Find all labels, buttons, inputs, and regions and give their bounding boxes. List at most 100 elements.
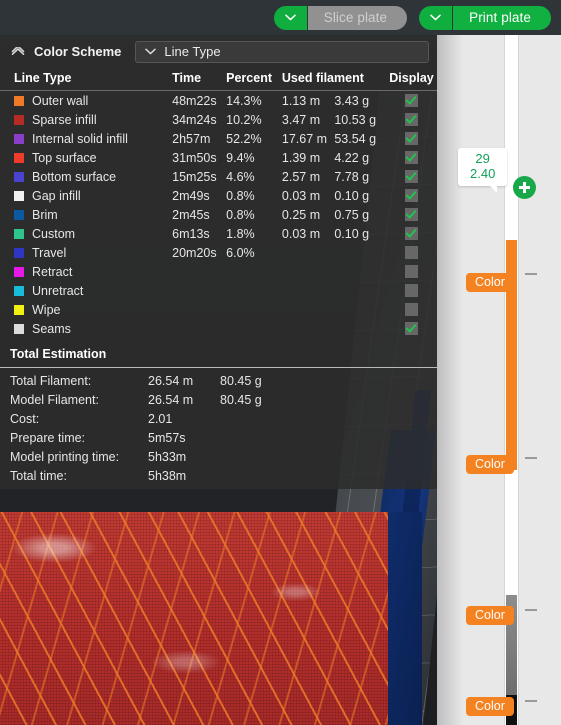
table-row[interactable]: Brim 2m45s 0.8% 0.25 m 0.75 g: [0, 205, 437, 224]
slice-plate-dropdown-arrow[interactable]: [273, 5, 308, 30]
checkbox-unchecked-icon[interactable]: [405, 283, 419, 297]
legend-row-display-cell[interactable]: [386, 110, 437, 129]
column-header-line-type: Line Type: [0, 68, 173, 91]
print-plate-label[interactable]: Print plate: [453, 5, 551, 30]
table-row[interactable]: Top surface 31m50s 9.4% 1.39 m 4.22 g: [0, 148, 437, 167]
color-swatch-icon: [14, 323, 24, 334]
legend-row-weight: 7.78 g: [334, 169, 370, 184]
legend-row-name: Sparse infill: [0, 110, 172, 129]
total-value1: 5h38m: [148, 468, 187, 483]
checkbox-unchecked-icon[interactable]: [405, 245, 419, 259]
legend-row-time: [172, 281, 226, 300]
color-change-tag-1[interactable]: Color: [466, 273, 514, 292]
table-row[interactable]: Gap infill 2m49s 0.8% 0.03 m 0.10 g: [0, 186, 437, 205]
legend-row-time: [172, 262, 226, 281]
table-row[interactable]: Internal solid infill 2h57m 52.2% 17.67 m 53…: [0, 129, 437, 148]
legend-row-time: 2m49s: [172, 188, 210, 203]
legend-row-name: Brim: [0, 205, 172, 224]
checkbox-checked-icon[interactable]: [405, 188, 419, 202]
checkbox-checked-icon[interactable]: [405, 131, 419, 145]
table-row[interactable]: Outer wall 48m22s 14.3% 1.13 m 3.43 g: [0, 91, 437, 111]
total-value1: 26.54 m: [148, 392, 194, 407]
table-row[interactable]: Seams: [0, 319, 437, 338]
color-change-tag-3[interactable]: Color: [466, 606, 514, 625]
legend-row-weight: 3.43 g: [334, 93, 370, 108]
checkbox-checked-icon[interactable]: [405, 169, 419, 183]
legend-row-name: Internal solid infill: [0, 129, 172, 148]
total-estimation-row: Cost: 2.01: [0, 409, 437, 428]
legend-row-length: 0.25 m: [281, 207, 321, 222]
table-row[interactable]: Retract: [0, 262, 437, 281]
legend-row-time: [172, 300, 226, 319]
legend-row-display-cell[interactable]: [386, 262, 437, 281]
legend-row-display-cell[interactable]: [386, 243, 437, 262]
legend-row-display-cell[interactable]: [386, 148, 437, 167]
checkbox-checked-icon[interactable]: [405, 226, 419, 240]
total-value2: [220, 409, 437, 428]
chevron-down-icon: [144, 46, 156, 58]
legend-row-display-cell[interactable]: [386, 319, 437, 338]
color-change-tag-4[interactable]: Color: [466, 697, 514, 716]
column-header-time: Time: [172, 68, 227, 91]
slice-plate-button[interactable]: Slice plate: [273, 5, 408, 30]
legend-row-length: 2.57 m: [281, 169, 321, 184]
print-plate-button[interactable]: Print plate: [419, 5, 551, 30]
color-swatch-icon: [14, 114, 24, 125]
app-root: Slice plate Print plate Color Scheme Lin…: [0, 0, 561, 725]
checkbox-unchecked-icon[interactable]: [405, 302, 419, 316]
color-scheme-dropdown[interactable]: Line Type: [135, 40, 429, 63]
legend-row-label: Brim: [32, 207, 58, 222]
table-row[interactable]: Wipe: [0, 300, 437, 319]
legend-row-time: 48m22s: [172, 93, 217, 108]
legend-row-length: [282, 281, 334, 300]
table-row[interactable]: Sparse infill 34m24s 10.2% 3.47 m 10.53 g: [0, 110, 437, 129]
table-row[interactable]: Custom 6m13s 1.8% 0.03 m 0.10 g: [0, 224, 437, 243]
checkbox-checked-icon[interactable]: [405, 150, 419, 164]
table-row[interactable]: Travel 20m20s 6.0%: [0, 243, 437, 262]
checkbox-checked-icon[interactable]: [405, 93, 419, 107]
track-segment-white: [506, 470, 517, 595]
legend-row-time: 20m20s: [172, 245, 217, 260]
add-color-change-button[interactable]: [513, 176, 536, 199]
legend-row-display-cell[interactable]: [386, 224, 437, 243]
legend-row-display-cell[interactable]: [386, 129, 437, 148]
legend-row-weight: [334, 262, 386, 281]
legend-row-label: Top surface: [32, 150, 97, 165]
legend-row-label: Unretract: [32, 283, 84, 298]
legend-row-display-cell[interactable]: [386, 281, 437, 300]
legend-row-length: [282, 243, 334, 262]
chevron-up-icon[interactable]: [10, 44, 26, 60]
checkbox-checked-icon[interactable]: [405, 207, 419, 221]
slice-plate-label[interactable]: Slice plate: [307, 5, 408, 30]
color-scheme-value: Line Type: [164, 44, 221, 59]
legend-row-display-cell[interactable]: [386, 186, 437, 205]
legend-row-name: Seams: [0, 319, 172, 338]
table-row[interactable]: Bottom surface 15m25s 4.6% 2.57 m 7.78 g: [0, 167, 437, 186]
total-label: Model printing time:: [10, 449, 120, 464]
legend-row-length: [282, 319, 334, 338]
color-swatch-icon: [14, 209, 24, 220]
legend-row-weight: 0.10 g: [334, 188, 370, 203]
color-swatch-icon: [14, 95, 24, 106]
sliced-model-edge: [388, 512, 422, 725]
checkbox-unchecked-icon[interactable]: [405, 264, 419, 278]
print-plate-dropdown-arrow[interactable]: [419, 5, 454, 30]
legend-row-length: 1.13 m: [281, 93, 321, 108]
total-value2: 80.45 g: [220, 392, 262, 407]
legend-row-weight: 0.10 g: [334, 226, 370, 241]
table-row[interactable]: Unretract: [0, 281, 437, 300]
layer-slider[interactable]: 29 2.40 Color Color Color Color: [437, 35, 561, 725]
legend-row-display-cell[interactable]: [386, 300, 437, 319]
legend-row-name: Bottom surface: [0, 167, 172, 186]
color-change-tag-2[interactable]: Color: [466, 455, 514, 474]
color-swatch-icon: [14, 228, 24, 239]
checkbox-checked-icon[interactable]: [405, 321, 419, 335]
legend-row-display-cell[interactable]: [386, 205, 437, 224]
legend-row-display-cell[interactable]: [386, 167, 437, 186]
legend-row-display-cell[interactable]: [386, 91, 437, 111]
checkbox-checked-icon[interactable]: [405, 112, 419, 126]
line-type-legend-table: Line Type Time Percent Used filament Dis…: [0, 68, 437, 338]
total-value1: 5h33m: [148, 449, 187, 464]
legend-row-weight: [334, 281, 386, 300]
legend-row-name: Travel: [0, 243, 172, 262]
